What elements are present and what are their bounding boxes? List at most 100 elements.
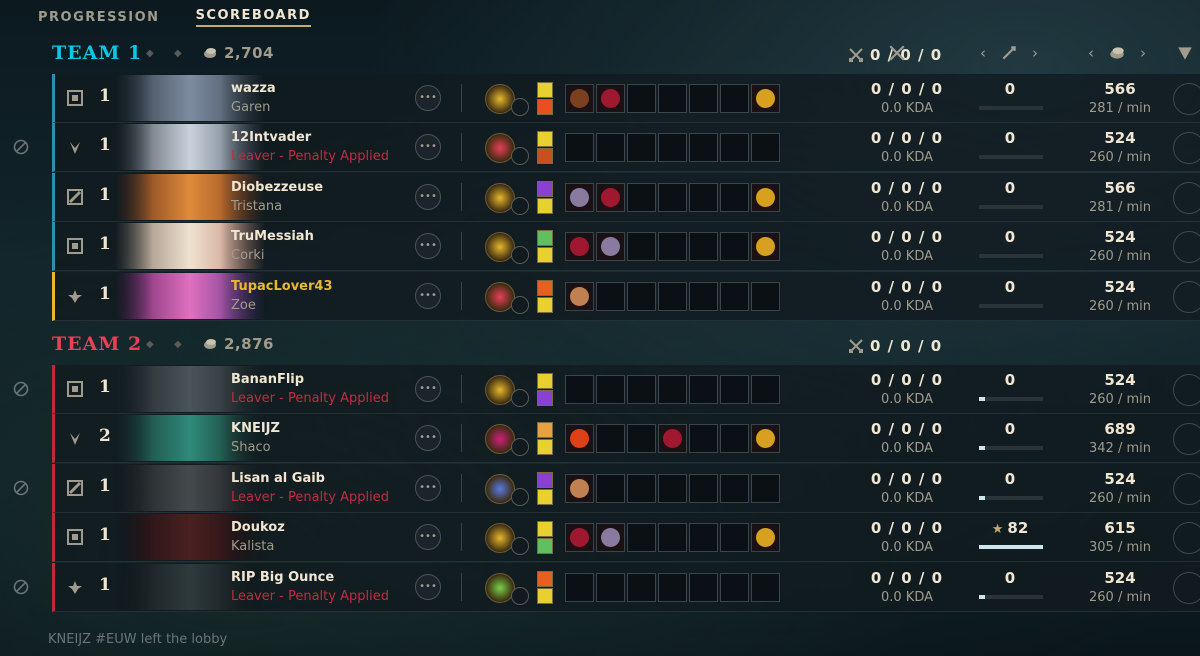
player-name[interactable]: BananFlip [231, 372, 304, 387]
chevron-left-icon[interactable]: ‹ [1088, 44, 1094, 62]
item-slot[interactable] [596, 523, 625, 552]
item-slot[interactable] [720, 375, 749, 404]
item-slot[interactable] [565, 183, 594, 212]
item-slot[interactable] [720, 523, 749, 552]
item-slot[interactable] [751, 523, 780, 552]
report-button[interactable] [1173, 522, 1200, 554]
more-options-button[interactable]: ••• [415, 283, 441, 309]
item-slot[interactable] [658, 573, 687, 602]
player-row[interactable]: 1 wazza Garen ••• 0 / 0 / 0 0.0 KDA 0 56… [52, 74, 1200, 123]
item-slot[interactable] [596, 375, 625, 404]
item-slot[interactable] [565, 424, 594, 453]
item-slot[interactable] [689, 232, 718, 261]
item-slot[interactable] [720, 282, 749, 311]
more-options-button[interactable]: ••• [415, 85, 441, 111]
report-button[interactable] [1173, 423, 1200, 455]
player-name[interactable]: wazza [231, 81, 276, 96]
more-options-button[interactable]: ••• [415, 475, 441, 501]
item-slot[interactable] [751, 573, 780, 602]
item-slot[interactable] [720, 232, 749, 261]
item-slot[interactable] [627, 523, 656, 552]
report-button[interactable] [1173, 572, 1200, 604]
item-slot[interactable] [720, 474, 749, 503]
item-slot[interactable] [689, 474, 718, 503]
item-slot[interactable] [565, 375, 594, 404]
item-slot[interactable] [627, 474, 656, 503]
report-button[interactable] [1173, 132, 1200, 164]
more-options-button[interactable]: ••• [415, 376, 441, 402]
report-button[interactable] [1173, 83, 1200, 115]
item-slot[interactable] [565, 523, 594, 552]
item-slot[interactable] [720, 573, 749, 602]
item-slot[interactable] [627, 573, 656, 602]
item-slot[interactable] [627, 424, 656, 453]
item-slot[interactable] [596, 573, 625, 602]
tab-scoreboard[interactable]: SCOREBOARD [195, 4, 311, 27]
item-slot[interactable] [689, 133, 718, 162]
more-options-button[interactable]: ••• [415, 134, 441, 160]
item-slot[interactable] [658, 84, 687, 113]
chevron-right-icon[interactable]: › [1140, 44, 1146, 62]
item-slot[interactable] [565, 133, 594, 162]
item-slot[interactable] [689, 282, 718, 311]
player-row[interactable]: 1 TupacLover43 Zoe ••• 0 / 0 / 0 0.0 KDA… [52, 272, 1200, 321]
item-slot[interactable] [658, 375, 687, 404]
item-slot[interactable] [596, 133, 625, 162]
player-name[interactable]: Diobezzeuse [231, 180, 323, 195]
item-slot[interactable] [720, 424, 749, 453]
item-slot[interactable] [689, 523, 718, 552]
item-slot[interactable] [658, 474, 687, 503]
item-slot[interactable] [751, 282, 780, 311]
tab-progression[interactable]: PROGRESSION [38, 6, 160, 25]
item-slot[interactable] [596, 282, 625, 311]
item-slot[interactable] [689, 573, 718, 602]
player-row[interactable]: 1 BananFlip Leaver - Penalty Applied •••… [52, 365, 1200, 414]
report-button[interactable] [1173, 182, 1200, 214]
item-slot[interactable] [565, 573, 594, 602]
player-name[interactable]: TupacLover43 [231, 279, 333, 294]
item-slot[interactable] [627, 183, 656, 212]
item-slot[interactable] [751, 183, 780, 212]
player-name[interactable]: Doukoz [231, 520, 285, 535]
item-slot[interactable] [627, 232, 656, 261]
player-name[interactable]: RIP Big Ounce [231, 570, 334, 585]
player-name[interactable]: 12Intvader [231, 130, 311, 145]
more-options-button[interactable]: ••• [415, 184, 441, 210]
report-button[interactable] [1173, 281, 1200, 313]
player-name[interactable]: KNEIJZ [231, 421, 280, 436]
item-slot[interactable] [658, 282, 687, 311]
item-slot[interactable] [720, 183, 749, 212]
item-slot[interactable] [627, 375, 656, 404]
item-slot[interactable] [658, 424, 687, 453]
item-slot[interactable] [751, 232, 780, 261]
item-slot[interactable] [565, 474, 594, 503]
item-slot[interactable] [751, 84, 780, 113]
item-slot[interactable] [596, 183, 625, 212]
more-options-button[interactable]: ••• [415, 233, 441, 259]
more-options-button[interactable]: ••• [415, 524, 441, 550]
item-slot[interactable] [751, 424, 780, 453]
item-slot[interactable] [565, 232, 594, 261]
item-slot[interactable] [596, 232, 625, 261]
more-options-button[interactable]: ••• [415, 425, 441, 451]
item-slot[interactable] [720, 133, 749, 162]
player-name[interactable]: Lisan al Gaib [231, 471, 325, 486]
player-row[interactable]: 1 RIP Big Ounce Leaver - Penalty Applied… [52, 563, 1200, 612]
player-row[interactable]: 1 Doukoz Kalista ••• 0 / 0 / 0 0.0 KDA ★… [52, 513, 1200, 562]
item-slot[interactable] [658, 183, 687, 212]
item-slot[interactable] [565, 282, 594, 311]
report-button[interactable] [1173, 374, 1200, 406]
item-slot[interactable] [689, 183, 718, 212]
item-slot[interactable] [596, 474, 625, 503]
report-button[interactable] [1173, 473, 1200, 505]
item-slot[interactable] [596, 424, 625, 453]
item-slot[interactable] [627, 282, 656, 311]
item-slot[interactable] [627, 133, 656, 162]
more-options-button[interactable]: ••• [415, 574, 441, 600]
player-name[interactable]: TruMessiah [231, 229, 314, 244]
item-slot[interactable] [751, 375, 780, 404]
item-slot[interactable] [751, 474, 780, 503]
chevron-left-icon[interactable]: ‹ [980, 44, 986, 62]
player-row[interactable]: 1 12Intvader Leaver - Penalty Applied ••… [52, 123, 1200, 172]
player-row[interactable]: 1 Lisan al Gaib Leaver - Penalty Applied… [52, 464, 1200, 513]
